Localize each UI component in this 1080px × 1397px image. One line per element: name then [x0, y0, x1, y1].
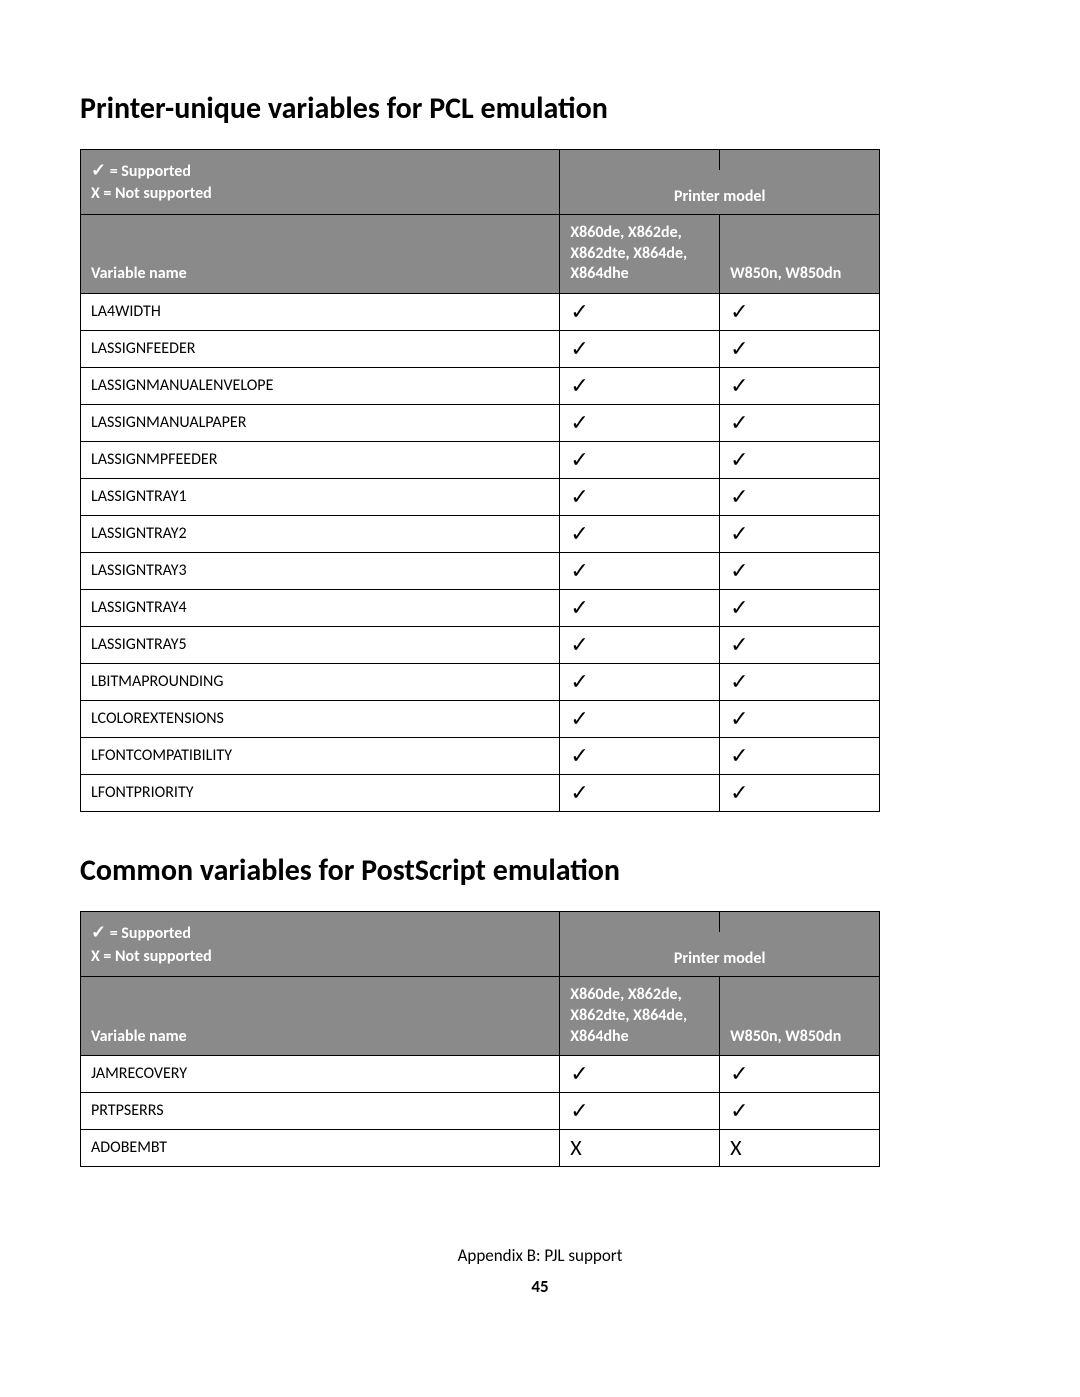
supported-label: = Supported	[110, 162, 191, 181]
table-row: LASSIGNTRAY5✓✓	[81, 627, 880, 664]
variable-name: PRTPSERRS	[81, 1093, 560, 1130]
col-model1: X860de, X862de, X862dte, X864de, X864dhe	[560, 976, 720, 1055]
support-mark: ✓	[720, 368, 880, 405]
col-model2: W850n, W850dn	[720, 976, 880, 1055]
support-mark: ✓	[560, 701, 720, 738]
table-row: LASSIGNMANUALPAPER✓✓	[81, 405, 880, 442]
notsupported-label: X = Not supported	[91, 183, 549, 205]
variable-name: LASSIGNTRAY4	[81, 590, 560, 627]
support-mark: ✓	[560, 294, 720, 331]
blank-header	[560, 150, 720, 171]
page-number: 45	[0, 1276, 1080, 1297]
legend-cell: ✓ = Supported X = Not supported	[81, 912, 560, 977]
check-icon: ✓	[91, 920, 106, 945]
support-mark: ✓	[720, 516, 880, 553]
support-mark: X	[560, 1130, 720, 1167]
table-row: JAMRECOVERY✓✓	[81, 1056, 880, 1093]
variable-name: LASSIGNFEEDER	[81, 331, 560, 368]
col-model2: W850n, W850dn	[720, 214, 880, 293]
variable-name: LFONTCOMPATIBILITY	[81, 738, 560, 775]
variable-name: LASSIGNMANUALENVELOPE	[81, 368, 560, 405]
supported-label: = Supported	[110, 924, 191, 943]
footer-text: Appendix B: PJL support	[0, 1245, 1080, 1266]
variable-name: LA4WIDTH	[81, 294, 560, 331]
support-mark: ✓	[720, 442, 880, 479]
support-mark: ✓	[560, 1093, 720, 1130]
variable-name: LBITMAPROUNDING	[81, 664, 560, 701]
support-mark: ✓	[560, 479, 720, 516]
variable-name: LASSIGNTRAY2	[81, 516, 560, 553]
variable-name: LASSIGNTRAY3	[81, 553, 560, 590]
col-variable-name: Variable name	[81, 976, 560, 1055]
variable-name: ADOBEMBT	[81, 1130, 560, 1167]
footer: Appendix B: PJL support 45	[0, 1245, 1080, 1297]
variable-name: LASSIGNMPFEEDER	[81, 442, 560, 479]
legend-cell: ✓ = Supported X = Not supported	[81, 150, 560, 215]
table-row: LA4WIDTH✓✓	[81, 294, 880, 331]
table-row: LASSIGNTRAY1✓✓	[81, 479, 880, 516]
variable-name: LFONTPRIORITY	[81, 775, 560, 812]
check-icon: ✓	[91, 158, 106, 183]
table-row: LASSIGNTRAY2✓✓	[81, 516, 880, 553]
support-mark: ✓	[560, 1056, 720, 1093]
support-mark: ✓	[560, 738, 720, 775]
support-mark: ✓	[560, 516, 720, 553]
col-variable-name: Variable name	[81, 214, 560, 293]
variable-name: LASSIGNTRAY5	[81, 627, 560, 664]
printer-model-header: Printer model	[560, 932, 880, 976]
support-mark: ✓	[560, 590, 720, 627]
variable-name: LASSIGNMANUALPAPER	[81, 405, 560, 442]
support-mark: ✓	[720, 294, 880, 331]
table-row: LASSIGNMANUALENVELOPE✓✓	[81, 368, 880, 405]
table-pcl: ✓ = Supported X = Not supported Printer …	[80, 149, 880, 812]
col-model1: X860de, X862de, X862dte, X864de, X864dhe	[560, 214, 720, 293]
support-mark: ✓	[720, 331, 880, 368]
table-row: LASSIGNMPFEEDER✓✓	[81, 442, 880, 479]
support-mark: ✓	[560, 553, 720, 590]
variable-name: JAMRECOVERY	[81, 1056, 560, 1093]
support-mark: ✓	[720, 701, 880, 738]
support-mark: ✓	[560, 775, 720, 812]
printer-model-header: Printer model	[560, 170, 880, 214]
support-mark: ✓	[720, 664, 880, 701]
support-mark: ✓	[720, 590, 880, 627]
support-mark: ✓	[560, 664, 720, 701]
support-mark: X	[720, 1130, 880, 1167]
variable-name: LASSIGNTRAY1	[81, 479, 560, 516]
table-row: ADOBEMBTXX	[81, 1130, 880, 1167]
support-mark: ✓	[560, 331, 720, 368]
support-mark: ✓	[720, 738, 880, 775]
table-row: LCOLOREXTENSIONS✓✓	[81, 701, 880, 738]
support-mark: ✓	[720, 627, 880, 664]
table-row: LASSIGNTRAY4✓✓	[81, 590, 880, 627]
table-row: LBITMAPROUNDING✓✓	[81, 664, 880, 701]
notsupported-label: X = Not supported	[91, 946, 549, 968]
variable-name: LCOLOREXTENSIONS	[81, 701, 560, 738]
support-mark: ✓	[720, 1093, 880, 1130]
support-mark: ✓	[720, 775, 880, 812]
section1-title: Printer-unique variables for PCL emulati…	[80, 90, 1000, 127]
table-row: LASSIGNTRAY3✓✓	[81, 553, 880, 590]
table-row: PRTPSERRS✓✓	[81, 1093, 880, 1130]
section2-title: Common variables for PostScript emulatio…	[80, 852, 1000, 889]
blank-header	[720, 912, 880, 933]
support-mark: ✓	[720, 1056, 880, 1093]
support-mark: ✓	[560, 405, 720, 442]
blank-header	[560, 912, 720, 933]
table-postscript: ✓ = Supported X = Not supported Printer …	[80, 911, 880, 1167]
support-mark: ✓	[560, 368, 720, 405]
support-mark: ✓	[720, 479, 880, 516]
support-mark: ✓	[560, 442, 720, 479]
table-row: LFONTCOMPATIBILITY✓✓	[81, 738, 880, 775]
blank-header	[720, 150, 880, 171]
support-mark: ✓	[560, 627, 720, 664]
table-row: LASSIGNFEEDER✓✓	[81, 331, 880, 368]
table-row: LFONTPRIORITY✓✓	[81, 775, 880, 812]
support-mark: ✓	[720, 553, 880, 590]
support-mark: ✓	[720, 405, 880, 442]
